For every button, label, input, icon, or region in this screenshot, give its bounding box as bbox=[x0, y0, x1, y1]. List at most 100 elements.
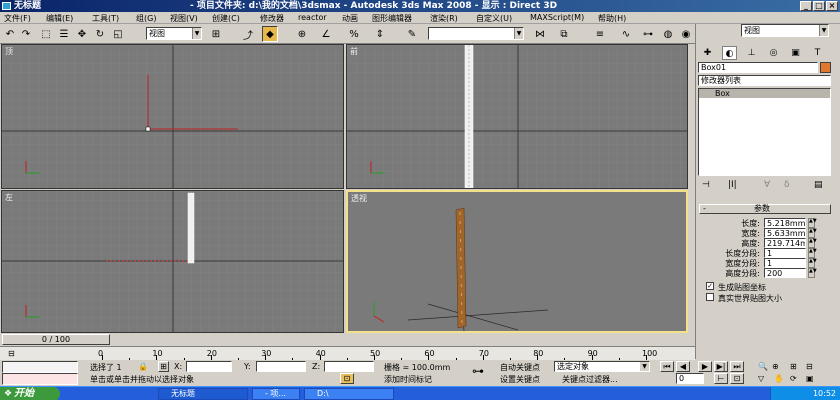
move-icon[interactable]: ✥ bbox=[74, 26, 90, 42]
viewport-perspective[interactable]: 透视 bbox=[346, 190, 688, 333]
param-input[interactable]: 1 bbox=[764, 248, 806, 258]
spinner-icon[interactable]: ▲▼ bbox=[808, 238, 817, 248]
pin-stack-icon[interactable]: ⊣ bbox=[702, 180, 710, 190]
next-frame-icon[interactable]: ▶| bbox=[714, 361, 728, 372]
modify-tab-icon[interactable]: ◐ bbox=[722, 46, 737, 60]
go-to-end-icon[interactable]: ⏭ bbox=[730, 361, 744, 372]
menu-views[interactable]: 视图(V) bbox=[170, 13, 198, 24]
curve-editor-icon[interactable]: ∿ bbox=[618, 26, 634, 42]
spinner-icon[interactable]: ▲▼ bbox=[808, 218, 817, 228]
x-coord-input[interactable] bbox=[186, 361, 232, 372]
named-selection-set[interactable]: ▼ bbox=[428, 27, 524, 40]
time-config-icon[interactable]: ⊡ bbox=[730, 373, 744, 384]
prev-frame-icon[interactable]: ◀ bbox=[676, 361, 690, 372]
redo-icon[interactable]: ↷ bbox=[18, 26, 34, 42]
pan-icon[interactable]: ✋ bbox=[774, 374, 784, 383]
select-icon[interactable]: ⬚ bbox=[38, 26, 54, 42]
menu-rendering[interactable]: 渲染(R) bbox=[430, 13, 458, 24]
fov-icon[interactable]: ▽ bbox=[758, 374, 764, 383]
render-icon[interactable]: ◉ bbox=[678, 26, 694, 42]
time-tag-icon[interactable]: ⊡ bbox=[340, 373, 354, 384]
param-input[interactable]: 5.218mm bbox=[764, 218, 806, 228]
hierarchy-tab-icon[interactable]: ⊥ bbox=[744, 46, 759, 60]
maxscript-listener[interactable] bbox=[2, 361, 78, 373]
align-icon[interactable]: ⧉ bbox=[556, 26, 572, 42]
add-time-tag-button[interactable]: 添加时间标记 bbox=[384, 374, 432, 385]
set-key-button[interactable]: 设置关键点 bbox=[500, 374, 540, 385]
zoom-extents-all-icon[interactable]: ⊟ bbox=[806, 362, 813, 371]
task-explorer[interactable]: D:\ bbox=[304, 388, 394, 400]
time-track[interactable] bbox=[112, 334, 695, 345]
zoom-icon[interactable]: 🔍 bbox=[758, 362, 768, 371]
maximize-viewport-icon[interactable]: ▣ bbox=[806, 374, 814, 383]
rotate-icon[interactable]: ↻ bbox=[92, 26, 108, 42]
spinner-icon[interactable]: ▲▼ bbox=[808, 248, 817, 258]
spinner-icon[interactable]: ▲▼ bbox=[808, 258, 817, 268]
select-and-manipulate-icon[interactable]: ◆ bbox=[262, 26, 278, 42]
maximize-button[interactable]: □ bbox=[813, 1, 825, 11]
percent-snap-icon[interactable]: % bbox=[346, 26, 362, 42]
remove-modifier-icon[interactable]: ẟ bbox=[784, 180, 790, 190]
menu-customize[interactable]: 自定义(U) bbox=[476, 13, 512, 24]
menu-edit[interactable]: 编辑(E) bbox=[46, 13, 73, 24]
spinner-icon[interactable]: ▲▼ bbox=[808, 228, 817, 238]
menu-reactor[interactable]: reactor bbox=[298, 13, 327, 22]
menu-file[interactable]: 文件(F) bbox=[4, 13, 31, 24]
lock-selection-icon[interactable]: 🔒 bbox=[138, 362, 148, 371]
scale-icon[interactable]: ◱ bbox=[110, 26, 126, 42]
utilities-tab-icon[interactable]: T bbox=[810, 46, 825, 60]
viewport-left[interactable]: 左 bbox=[1, 190, 344, 333]
play-icon[interactable]: ▶ bbox=[698, 361, 712, 372]
angle-snap-icon[interactable]: ∠ bbox=[318, 26, 334, 42]
motion-tab-icon[interactable]: ◎ bbox=[766, 46, 781, 60]
menu-tools[interactable]: 工具(T) bbox=[92, 13, 119, 24]
viewport-label[interactable]: 前 bbox=[350, 46, 358, 57]
params-rollout-header[interactable]: - 参数 bbox=[699, 204, 831, 214]
viewport-top[interactable]: 顶 bbox=[1, 44, 344, 189]
material-icon[interactable]: ◍ bbox=[660, 26, 676, 42]
modifier-list-select[interactable]: 修改器列表 bbox=[698, 75, 831, 86]
select-link-icon[interactable]: ⤴ bbox=[240, 26, 256, 42]
go-to-start-icon[interactable]: ⏮ bbox=[660, 361, 674, 372]
create-tab-icon[interactable]: ✚ bbox=[700, 46, 715, 60]
param-input[interactable]: 219.714m bbox=[764, 238, 806, 248]
menu-maxscript[interactable]: MAXScript(M) bbox=[530, 13, 584, 22]
task-3dsmax[interactable]: 无标题 bbox=[158, 388, 248, 400]
close-button[interactable]: × bbox=[826, 1, 838, 11]
zoom-extents-icon[interactable]: ⊞ bbox=[790, 362, 797, 371]
reference-coord-select[interactable]: 视图 ▼ bbox=[146, 27, 202, 40]
show-end-result-icon[interactable]: |Ⅰ| bbox=[728, 180, 737, 190]
menu-animation[interactable]: 动画 bbox=[342, 13, 358, 24]
viewport-layout-select[interactable]: 视图 ▼ bbox=[741, 24, 829, 37]
select-by-name-icon[interactable]: ☰ bbox=[56, 26, 72, 42]
object-color-swatch[interactable] bbox=[820, 62, 831, 73]
snap-icon[interactable]: ⊕ bbox=[294, 26, 310, 42]
layer-icon[interactable]: ≡ bbox=[592, 26, 608, 42]
menu-graph-editors[interactable]: 图形编辑器 bbox=[372, 13, 412, 24]
undo-icon[interactable]: ↶ bbox=[2, 26, 18, 42]
z-coord-input[interactable] bbox=[324, 361, 374, 372]
param-input[interactable]: 5.633mm bbox=[764, 228, 806, 238]
orbit-icon[interactable]: ⟳ bbox=[790, 374, 797, 383]
menu-group[interactable]: 组(G) bbox=[136, 13, 156, 24]
zoom-all-icon[interactable]: ⊕ bbox=[772, 362, 779, 371]
track-bar[interactable]: ⊟ 0 10 20 30 40 50 60 70 80 90 100 bbox=[0, 346, 695, 361]
current-frame-input[interactable]: 0 bbox=[676, 373, 704, 384]
gen-mapping-checkbox[interactable]: ✓ bbox=[706, 282, 714, 290]
key-mode-select[interactable]: 选定对象 ▼ bbox=[554, 361, 650, 372]
time-slider[interactable]: 0 / 100 bbox=[2, 334, 110, 345]
menu-create[interactable]: 创建(C) bbox=[212, 13, 240, 24]
auto-key-button[interactable]: 自动关键点 bbox=[500, 362, 540, 373]
viewport-label[interactable]: 左 bbox=[5, 192, 13, 203]
menu-modifiers[interactable]: 修改器 bbox=[260, 13, 284, 24]
spinner-icon[interactable]: ▲▼ bbox=[808, 268, 817, 278]
key-mode-icon[interactable]: ⊢ bbox=[714, 373, 728, 384]
viewport-label[interactable]: 透视 bbox=[351, 193, 367, 204]
viewport-front[interactable]: 前 bbox=[346, 44, 688, 189]
viewport-label[interactable]: 顶 bbox=[5, 46, 13, 57]
pivot-icon[interactable]: ⊞ bbox=[208, 26, 224, 42]
named-selection-icon[interactable]: ✎ bbox=[404, 26, 420, 42]
y-coord-input[interactable] bbox=[256, 361, 306, 372]
param-input[interactable]: 200 bbox=[764, 268, 806, 278]
minimize-button[interactable]: _ bbox=[800, 1, 812, 11]
